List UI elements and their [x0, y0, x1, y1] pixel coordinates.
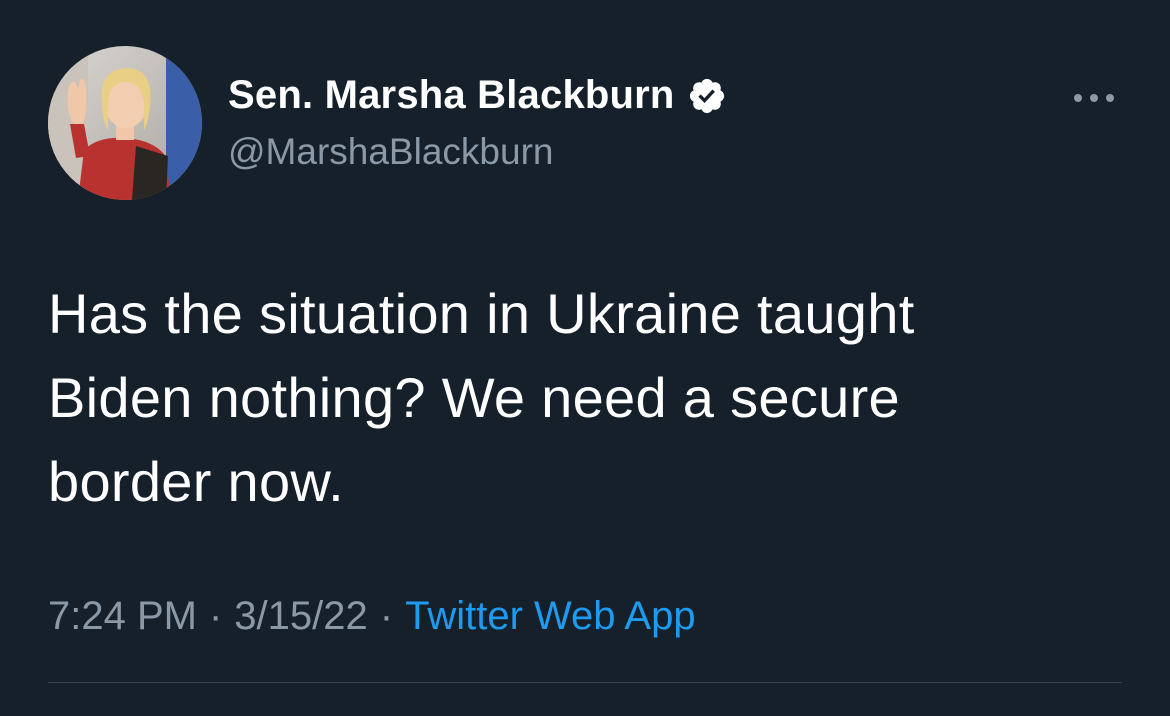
meta-separator: · — [379, 594, 394, 638]
author-name-row[interactable]: Sen. Marsha Blackburn — [228, 73, 727, 118]
tweet-text-line: border now. — [48, 450, 344, 513]
tweet-text-line: Biden nothing? We need a secure — [48, 366, 900, 429]
tweet-time[interactable]: 7:24 PM — [48, 594, 197, 638]
tweet-source-link[interactable]: Twitter Web App — [405, 594, 696, 638]
tweet-text-line: Has the situation in Ukraine taught — [48, 282, 915, 345]
verified-badge-icon — [687, 76, 727, 116]
more-dots-icon — [1074, 94, 1114, 102]
author-avatar[interactable] — [48, 46, 202, 200]
avatar-image — [48, 46, 202, 200]
tweet-meta: 7:24 PM · 3/15/22 · Twitter Web App — [48, 594, 696, 639]
tweet-text: Has the situation in Ukraine taught Bide… — [48, 272, 1108, 524]
tweet-card: Sen. Marsha Blackburn @MarshaBlackburn H… — [0, 0, 1170, 716]
tweet-date[interactable]: 3/15/22 — [234, 594, 367, 638]
author-display-name: Sen. Marsha Blackburn — [228, 73, 675, 117]
meta-separator: · — [208, 594, 223, 638]
divider — [48, 682, 1122, 683]
more-options-button[interactable] — [1066, 82, 1122, 114]
author-handle[interactable]: @MarshaBlackburn — [228, 131, 553, 173]
